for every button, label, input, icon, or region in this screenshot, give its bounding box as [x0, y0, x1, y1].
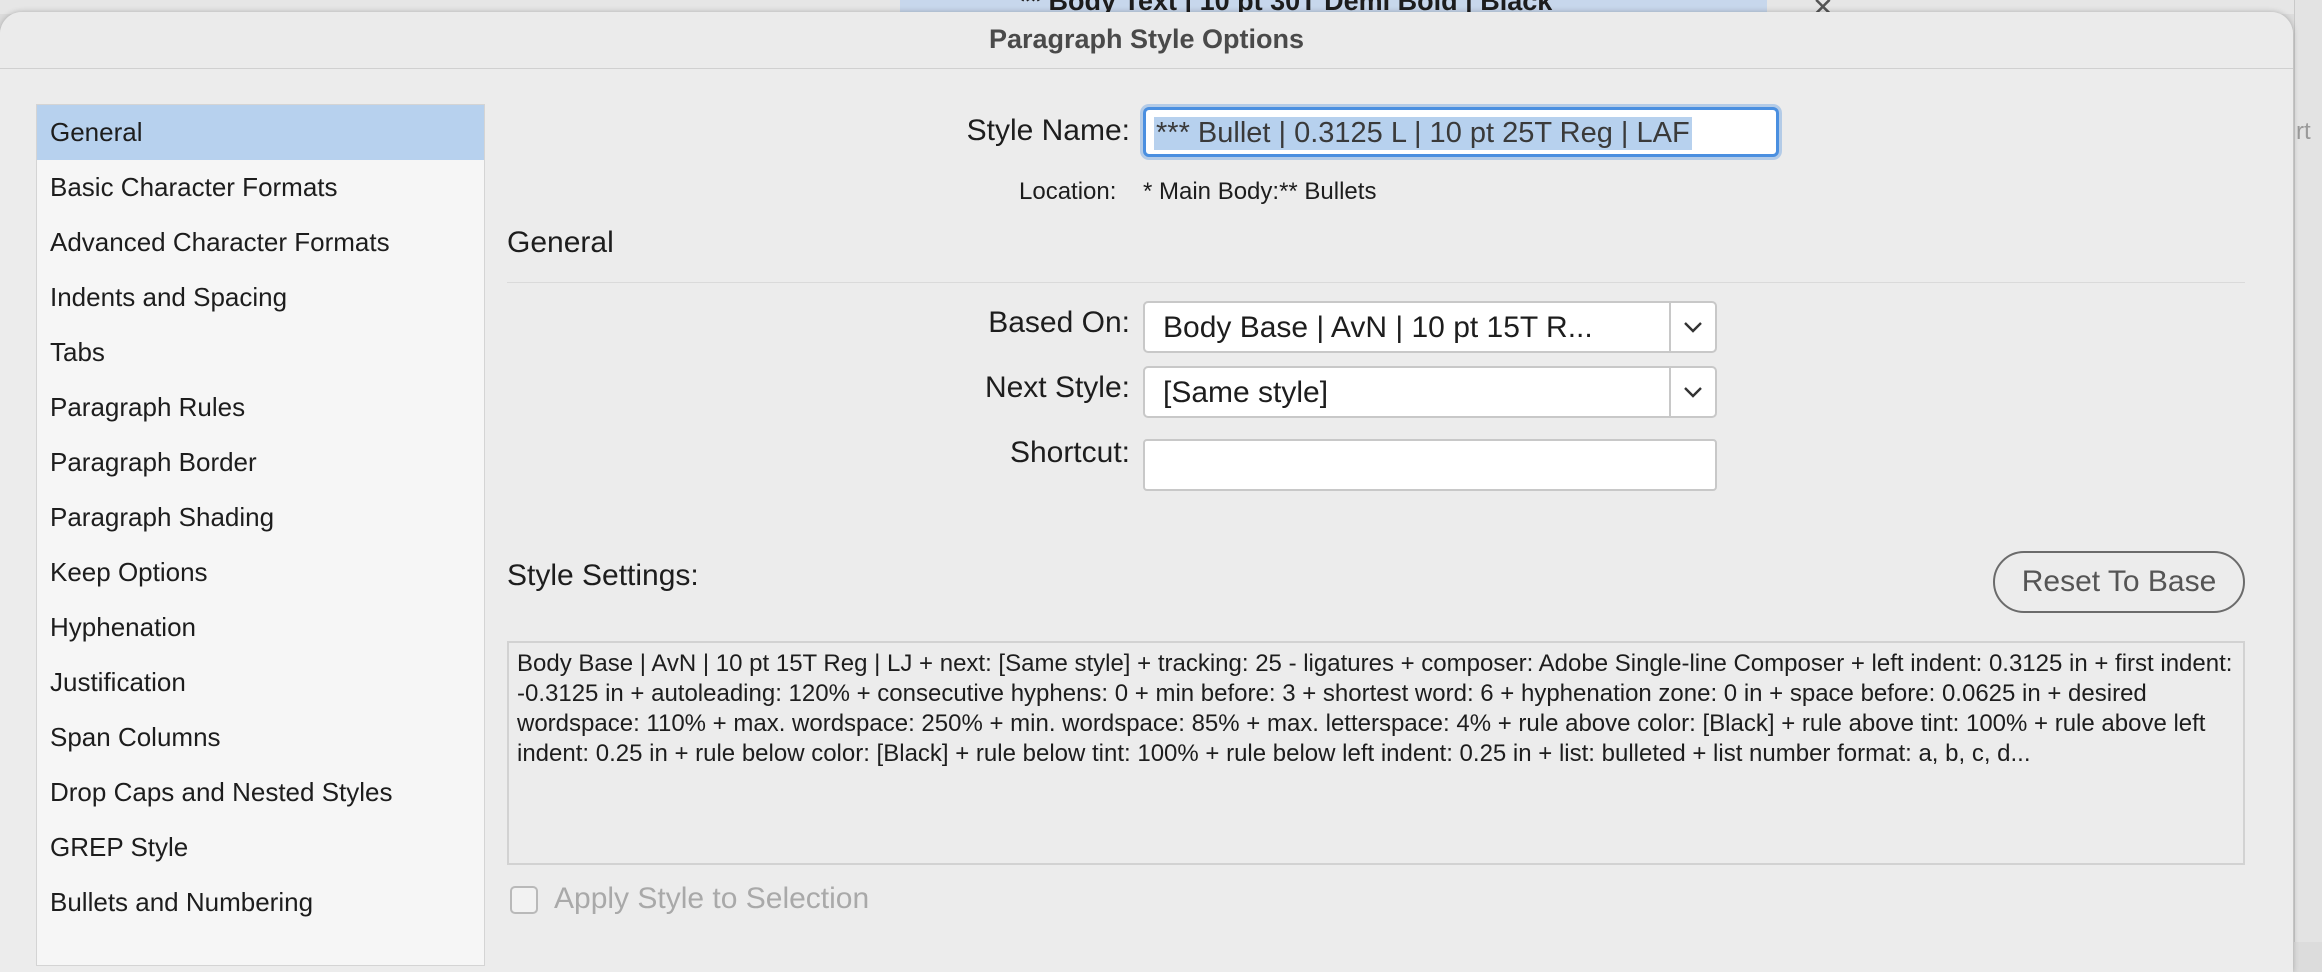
sidebar-item-paragraph-rules[interactable]: Paragraph Rules — [37, 380, 484, 435]
paragraph-style-options-dialog: Paragraph Style Options General Basic Cha… — [0, 12, 2293, 972]
based-on-value: Body Base | AvN | 10 pt 15T R... — [1163, 311, 1593, 344]
section-title-general: General — [507, 226, 614, 259]
sidebar-item-hyphenation[interactable]: Hyphenation — [37, 600, 484, 655]
apply-style-checkbox[interactable] — [510, 886, 538, 914]
dialog-title: Paragraph Style Options — [988, 24, 1305, 54]
location-value: * Main Body:** Bullets — [1143, 178, 1377, 205]
section-divider — [507, 282, 2245, 283]
sidebar-item-advanced-character-formats[interactable]: Advanced Character Formats — [37, 215, 484, 270]
sidebar-item-indents-and-spacing[interactable]: Indents and Spacing — [37, 270, 484, 325]
based-on-label: Based On: — [988, 306, 1130, 339]
background-right-text: rt — [2296, 118, 2311, 145]
sidebar-item-tabs[interactable]: Tabs — [37, 325, 484, 380]
reset-to-base-button[interactable]: Reset To Base — [1993, 551, 2245, 613]
chevron-down-icon — [1684, 387, 1702, 398]
next-style-select[interactable]: [Same style] — [1143, 366, 1717, 418]
style-name-input[interactable]: *** Bullet | 0.3125 L | 10 pt 25T Reg | … — [1143, 107, 1779, 157]
category-sidebar: General Basic Character Formats Advanced C… — [36, 104, 485, 966]
sidebar-item-bullets-and-numbering[interactable]: Bullets and Numbering — [37, 875, 484, 930]
chevron-down-icon — [1684, 322, 1702, 333]
location-label: Location: — [1019, 178, 1117, 205]
sidebar-item-grep-style[interactable]: GREP Style — [37, 820, 484, 875]
sidebar-item-justification[interactable]: Justification — [37, 655, 484, 710]
style-name-label: Style Name: — [966, 114, 1130, 147]
style-settings-text: Body Base | AvN | 10 pt 15T Reg | LJ + n… — [507, 641, 2245, 865]
style-name-value: *** Bullet | 0.3125 L | 10 pt 25T Reg | … — [1154, 117, 1692, 150]
sidebar-item-paragraph-border[interactable]: Paragraph Border — [37, 435, 484, 490]
based-on-dropdown-button[interactable] — [1669, 303, 1715, 351]
next-style-label: Next Style: — [984, 371, 1130, 404]
next-style-dropdown-button[interactable] — [1669, 368, 1715, 416]
next-style-value: [Same style] — [1163, 376, 1329, 409]
sidebar-item-keep-options[interactable]: Keep Options — [37, 545, 484, 600]
dialog-titlebar: Paragraph Style Options — [0, 12, 2293, 69]
shortcut-label: Shortcut: — [1009, 436, 1130, 469]
apply-style-label: Apply Style to Selection — [554, 882, 870, 915]
based-on-select[interactable]: Body Base | AvN | 10 pt 15T R... — [1143, 301, 1717, 353]
sidebar-item-basic-character-formats[interactable]: Basic Character Formats — [37, 160, 484, 215]
sidebar-item-span-columns[interactable]: Span Columns — [37, 710, 484, 765]
sidebar-item-general[interactable]: General — [37, 105, 484, 160]
style-settings-label: Style Settings: — [507, 559, 699, 592]
sidebar-item-drop-caps-and-nested-styles[interactable]: Drop Caps and Nested Styles — [37, 765, 484, 820]
sidebar-item-paragraph-shading[interactable]: Paragraph Shading — [37, 490, 484, 545]
shortcut-input[interactable] — [1143, 439, 1717, 491]
